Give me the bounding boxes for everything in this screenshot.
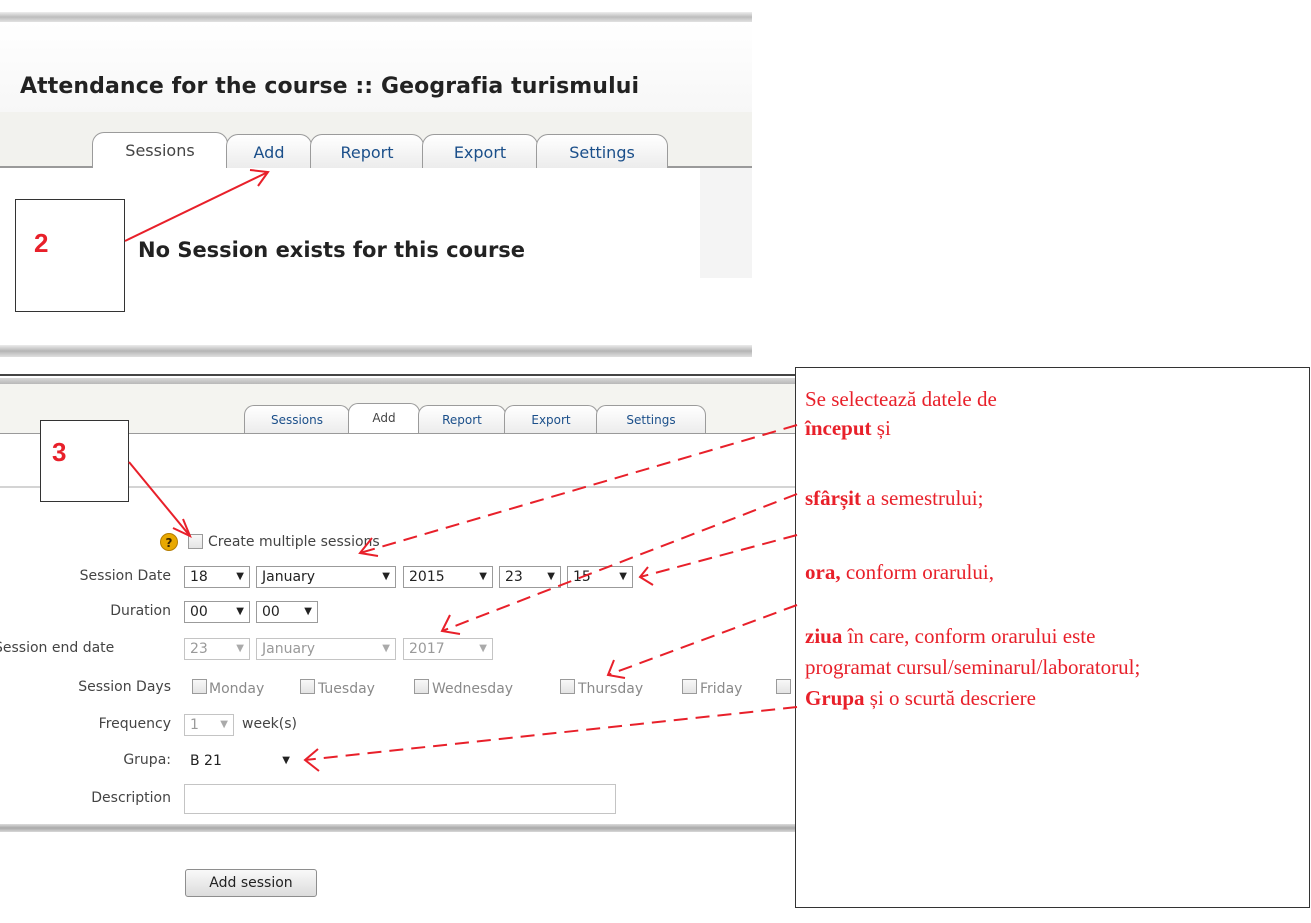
annotation-arrows — [124, 169, 798, 772]
arrow-group — [304, 706, 798, 761]
arrow-step-3 — [128, 461, 191, 537]
arrowhead-step-2 — [249, 169, 270, 187]
arrow-start-date — [359, 424, 798, 554]
arrow-hour — [639, 534, 798, 578]
arrow-end-date — [441, 493, 798, 632]
arrow-step-2 — [124, 171, 269, 242]
arrowhead-start-date — [358, 537, 379, 557]
arrow-day — [607, 604, 798, 676]
